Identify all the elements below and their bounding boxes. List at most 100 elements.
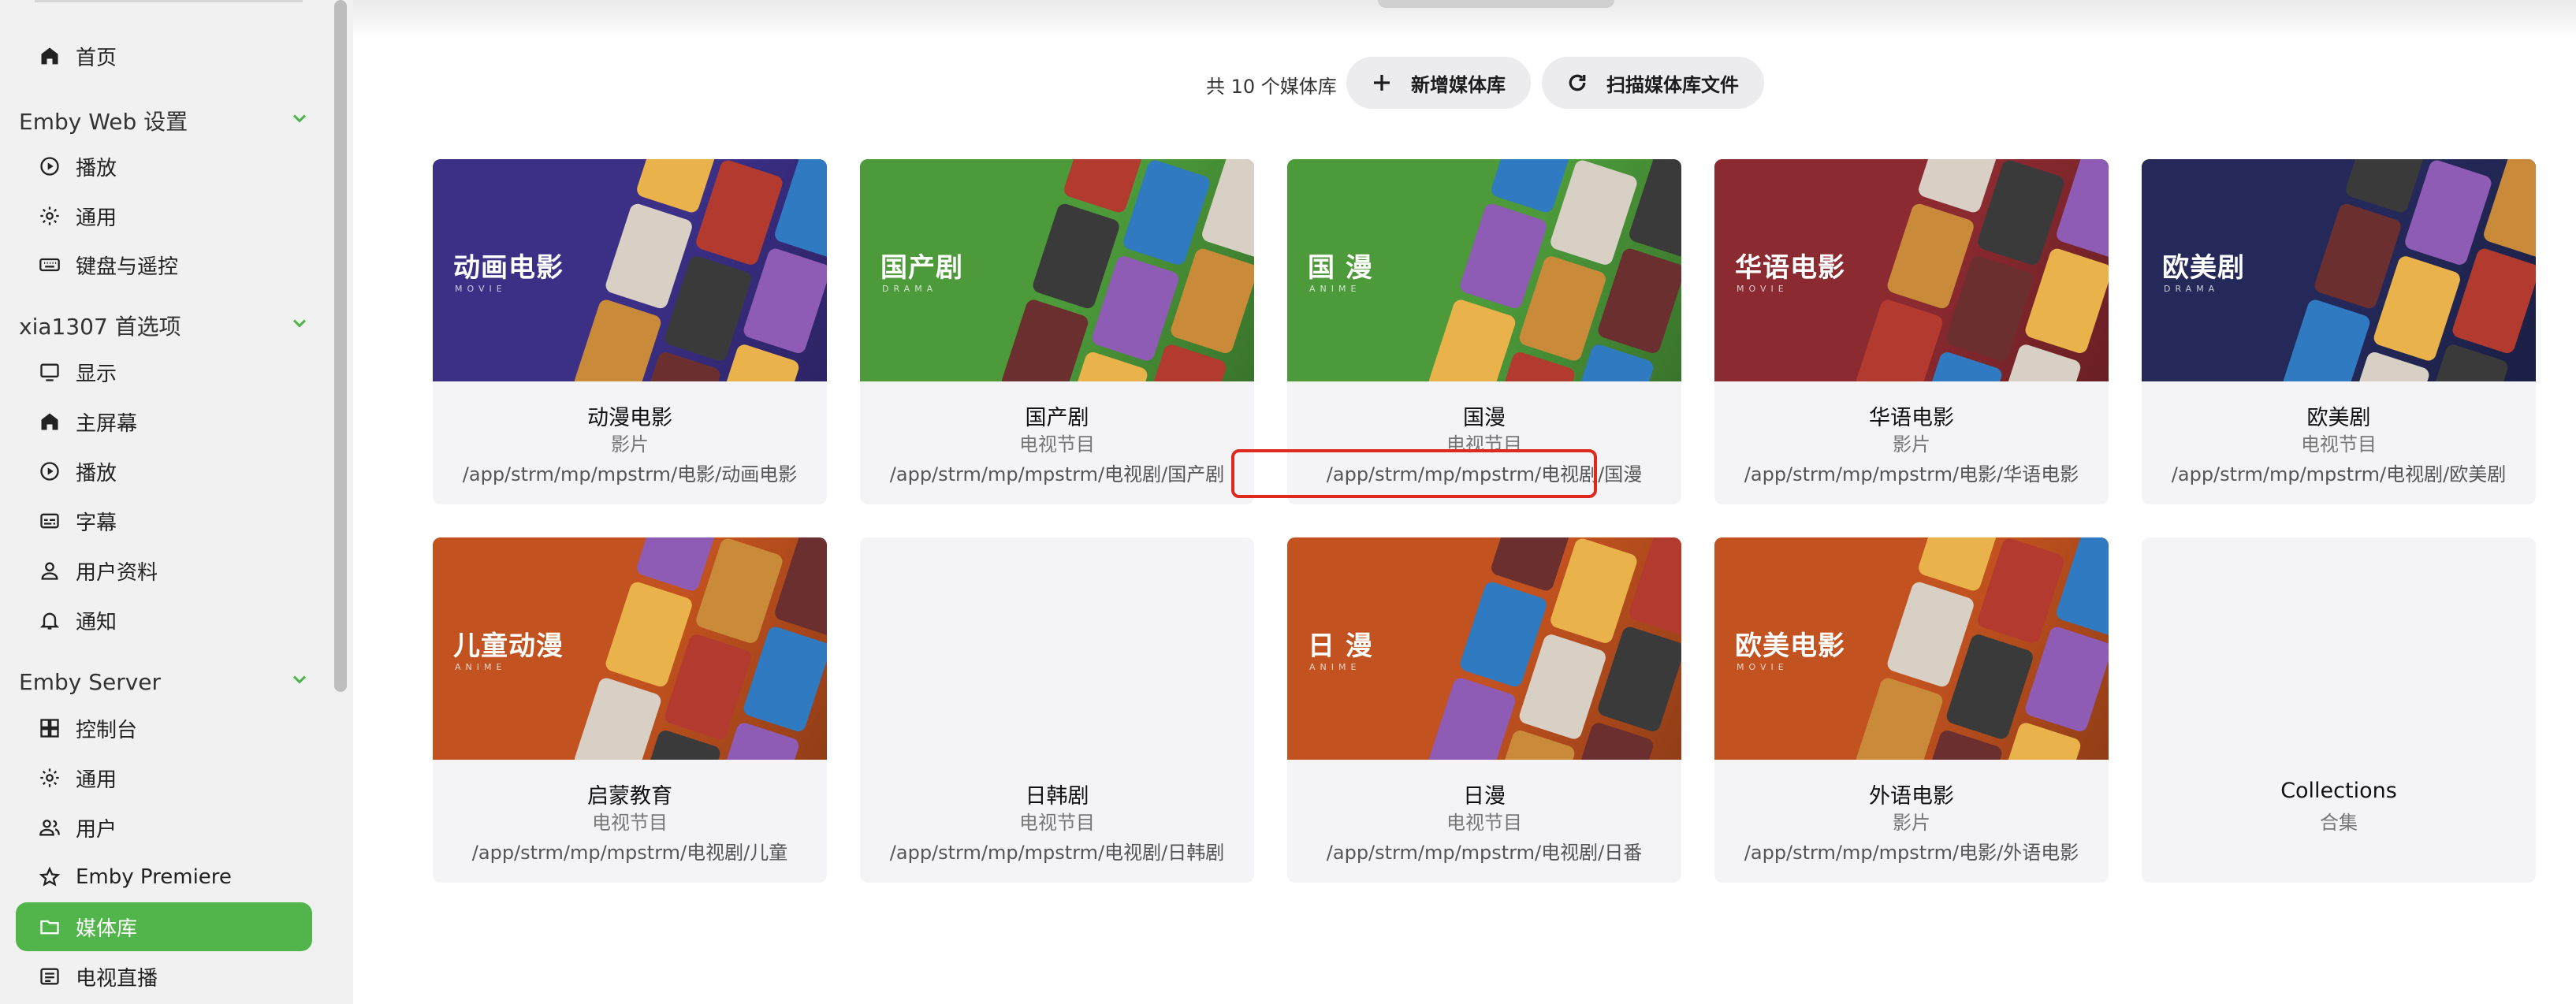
scan-library-button[interactable]: 扫描媒体库文件 [1542,57,1764,109]
sidebar-item-home[interactable]: 首页 [16,32,312,80]
sidebar-item-live-tv[interactable]: 电视直播 [16,952,312,1001]
library-type: 影片 [1893,433,1930,456]
bell-icon [38,608,61,632]
sidebar-item-users[interactable]: 用户 [16,803,312,852]
sidebar-item-general[interactable]: 通用 [16,192,312,240]
library-card[interactable]: 欧美电影 MOVIE 外语电影 影片/app/strm/mp/mpstrm/电影/外语… [1714,537,2109,883]
sidebar-item-notifications[interactable]: 通知 [16,596,312,645]
library-meta: 日韩剧 电视节目/app/strm/mp/mpstrm/电视剧/日韩剧 [860,760,1254,883]
library-name: 国漫 [1463,406,1506,430]
library-card[interactable]: 欧美剧 DRAMA 欧美剧 电视节目/app/strm/mp/mpstrm/电视剧/欧… [2142,159,2536,504]
library-name: 国产剧 [1025,406,1089,430]
library-meta: 华语电影 影片/app/strm/mp/mpstrm/电影/华语电影 [1714,381,2109,504]
thumbnail-subtitle: ANIME [455,662,507,672]
library-type: 电视节目 [2301,433,2377,456]
poster-collage [1854,537,2109,760]
sidebar-item-dashboard[interactable]: 控制台 [16,704,312,753]
poster-image [1627,159,1681,259]
section-user-preferences[interactable]: xia1307 首选项 [19,306,311,345]
library-meta: 欧美剧 电视节目/app/strm/mp/mpstrm/电视剧/欧美剧 [2142,381,2536,504]
sidebar: 首页 Emby Web 设置 播放 通用 键盘与遥控 xia1307 首选项 显… [0,0,353,1004]
library-card[interactable]: 国产剧 DRAMA 国产剧 电视节目/app/strm/mp/mpstrm/电视剧/国… [860,159,1254,504]
poster-image [2054,537,2109,638]
chevron-down-icon[interactable] [288,312,311,340]
library-name: 欧美剧 [2306,406,2371,430]
poster-collage [572,537,827,760]
top-tab-indicator [1378,0,1614,8]
poster-collage [1000,159,1254,381]
library-card[interactable]: 儿童动漫 ANIME 启蒙教育 电视节目/app/strm/mp/mpstrm/电视剧… [433,537,827,883]
library-name: 动漫电影 [587,406,672,430]
library-count: 共 10 个媒体库 [1206,76,1337,98]
folder-icon [38,915,61,939]
library-card[interactable]: 日韩剧 电视节目/app/strm/mp/mpstrm/电视剧/日韩剧 [860,537,1254,883]
sidebar-scrollbar-thumb[interactable] [334,0,347,692]
library-thumbnail[interactable] [860,537,1254,760]
chevron-down-icon[interactable] [288,668,311,696]
poster-image [1854,297,1945,381]
library-thumbnail[interactable]: 国产剧 DRAMA [860,159,1254,381]
gear-icon [38,766,61,790]
library-type: 电视节目 [1446,812,1522,834]
chevron-down-icon[interactable] [288,107,311,135]
library-card[interactable]: 日 漫 ANIME 日漫 电视节目/app/strm/mp/mpstrm/电视剧/日番 [1287,537,1681,883]
library-path: /app/strm/mp/mpstrm/电影/华语电影 [1744,463,2079,485]
section-label: Emby Server [19,668,162,695]
section-emby-web-settings[interactable]: Emby Web 设置 [19,101,311,140]
library-path: /app/strm/mp/mpstrm/电影/动画电影 [462,463,798,485]
library-card[interactable]: Collections 合集 [2142,537,2536,883]
library-meta: Collections 合集 [2142,760,2536,883]
library-thumbnail[interactable]: 华语电影 MOVIE [1714,159,2109,381]
sidebar-item-label: 控制台 [76,718,138,742]
library-thumbnail[interactable]: 欧美剧 DRAMA [2142,159,2536,381]
poster-image [2481,159,2536,259]
library-meta: 动漫电影影片/app/strm/mp/mpstrm/电影/动画电影 [433,381,827,504]
sidebar-item-home-screen[interactable]: 主屏幕 [16,397,312,446]
poster-image [2281,297,2372,381]
sidebar-item-label: 字幕 [76,511,117,535]
sidebar-item-server-general[interactable]: 通用 [16,753,312,802]
poster-image [772,537,827,638]
library-name: 外语电影 [1869,784,1954,809]
thumbnail-title: 动画电影 [453,252,564,284]
library-type: 电视节目 [1019,812,1095,834]
sidebar-item-display[interactable]: 显示 [16,348,312,396]
library-card[interactable]: 动画电影 MOVIE 动漫电影 影片/app/strm/mp/mpstrm/电影/动画… [433,159,827,504]
poster-image [772,159,827,259]
poster-collage [572,159,827,381]
sidebar-item-libraries[interactable]: 媒体库 [16,902,312,951]
star-icon [38,865,61,889]
thumbnail-title: 儿童动漫 [453,630,564,662]
library-thumbnail[interactable]: 儿童动漫 ANIME [433,537,827,760]
scan-library-label: 扫描媒体库文件 [1606,73,1739,96]
sidebar-item-label: 通用 [76,768,117,792]
thumbnail-title: 欧美电影 [1735,630,1845,662]
sidebar-item-user-playback[interactable]: 播放 [16,447,312,496]
library-thumbnail[interactable]: 动画电影 MOVIE [433,159,827,381]
sidebar-item-label: 媒体库 [76,917,138,941]
library-path: /app/strm/mp/mpstrm/电视剧/儿童 [471,842,788,864]
sidebar-item-label: 主屏幕 [76,411,138,436]
people-icon [38,816,61,839]
poster-collage [1427,159,1681,381]
thumbnail-title: 国产剧 [880,252,963,284]
home-icon [38,410,61,433]
library-thumbnail[interactable]: 欧美电影 MOVIE [1714,537,2109,760]
thumbnail-subtitle: ANIME [1309,284,1361,294]
library-thumbnail[interactable] [2142,537,2536,760]
sidebar-item-label: 通用 [76,206,117,230]
play-circle-icon [38,459,61,483]
library-thumbnail[interactable]: 国 漫 ANIME [1287,159,1681,381]
thumbnail-subtitle: MOVIE [1737,284,1789,294]
sidebar-item-emby-premiere[interactable]: Emby Premiere [16,853,312,902]
sidebar-item-playback[interactable]: 播放 [16,142,312,191]
sidebar-item-subtitles[interactable]: 字幕 [16,496,312,545]
poster-collage [2281,159,2536,381]
add-library-button[interactable]: 新增媒体库 [1346,57,1531,109]
library-type: 影片 [611,433,649,456]
library-card[interactable]: 华语电影 MOVIE 华语电影 影片/app/strm/mp/mpstrm/电影/华语… [1714,159,2109,504]
library-thumbnail[interactable]: 日 漫 ANIME [1287,537,1681,760]
sidebar-item-profile[interactable]: 用户资料 [16,546,312,595]
sidebar-item-keyboard[interactable]: 键盘与遥控 [16,240,312,289]
section-emby-server[interactable]: Emby Server [19,662,311,701]
